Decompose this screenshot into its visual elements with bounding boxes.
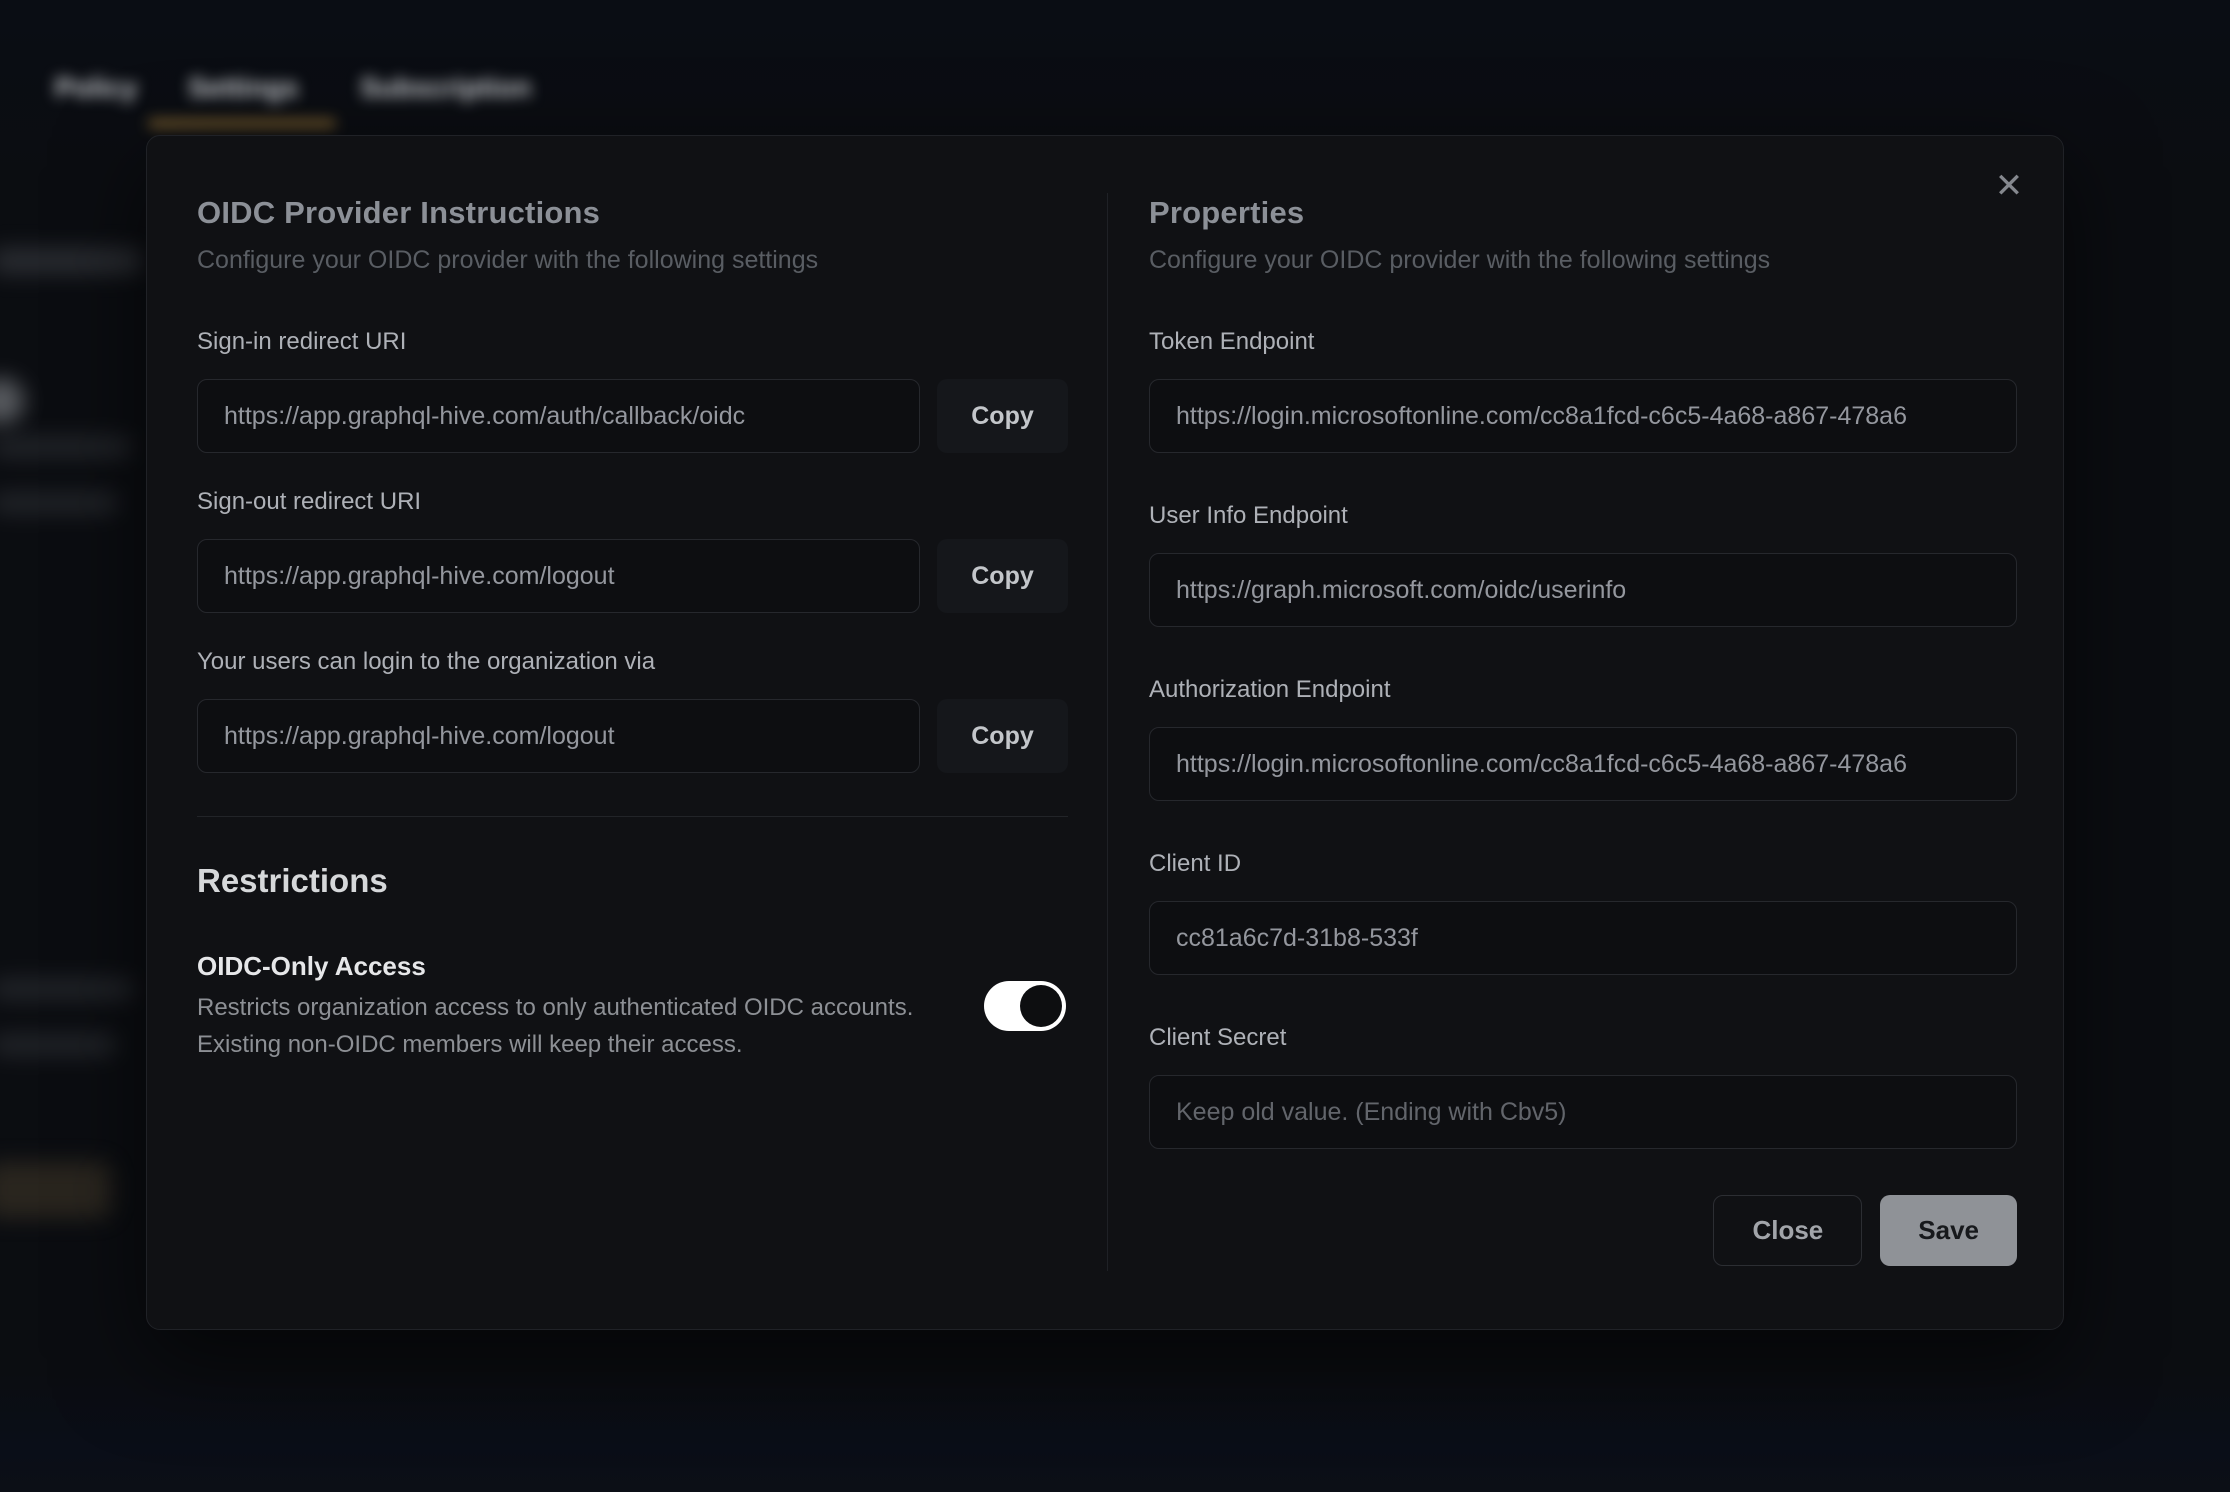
toggle-thumb — [1020, 985, 1062, 1027]
org-login-uri-label: Your users can login to the organization… — [197, 647, 1068, 677]
blurred-background-button — [0, 1162, 112, 1218]
copy-org-login-uri-button[interactable]: Copy — [937, 699, 1068, 773]
save-button[interactable]: Save — [1880, 1195, 2017, 1266]
blurred-background-text — [0, 436, 132, 458]
client-id-input[interactable] — [1149, 901, 2017, 975]
oidc-only-access-text: OIDC-Only Access Restricts organization … — [197, 949, 913, 1063]
copy-signout-uri-button[interactable]: Copy — [937, 539, 1068, 613]
oidc-only-access-toggle[interactable] — [984, 981, 1066, 1031]
blurred-background-text — [0, 978, 134, 1000]
oidc-only-access-row: OIDC-Only Access Restricts organization … — [197, 949, 1068, 1063]
tab-subscription[interactable]: Subscription — [360, 72, 531, 104]
token-endpoint-input[interactable] — [1149, 379, 2017, 453]
client-secret-label: Client Secret — [1149, 1023, 2017, 1053]
close-button[interactable]: Close — [1713, 1195, 1862, 1266]
section-divider — [197, 816, 1068, 817]
instructions-title: OIDC Provider Instructions — [197, 193, 1068, 233]
authorization-endpoint-label: Authorization Endpoint — [1149, 675, 2017, 705]
signin-redirect-uri-label: Sign-in redirect URI — [197, 327, 1068, 357]
active-tab-underline — [148, 119, 336, 128]
blurred-background-text — [0, 248, 142, 274]
signout-redirect-uri-input[interactable] — [197, 539, 920, 613]
signin-redirect-uri-input[interactable] — [197, 379, 920, 453]
properties-title: Properties — [1149, 193, 2017, 233]
userinfo-endpoint-label: User Info Endpoint — [1149, 501, 2017, 531]
column-divider — [1107, 193, 1108, 1271]
blurred-background-text — [0, 492, 118, 514]
properties-column: Properties Configure your OIDC provider … — [1149, 136, 2017, 1329]
description-line-2: Existing non-OIDC members will keep thei… — [197, 1031, 743, 1058]
client-secret-input[interactable] — [1149, 1075, 2017, 1149]
tab-policy[interactable]: Policy — [55, 72, 137, 104]
org-login-uri-input[interactable] — [197, 699, 920, 773]
oidc-only-access-label: OIDC-Only Access — [197, 949, 913, 983]
restrictions-title: Restrictions — [197, 859, 1068, 903]
authorization-endpoint-input[interactable] — [1149, 727, 2017, 801]
oidc-only-access-description: Restricts organization access to only au… — [197, 989, 913, 1063]
tab-settings[interactable]: Settings — [188, 72, 298, 104]
oidc-settings-dialog: ✕ OIDC Provider Instructions Configure y… — [146, 135, 2064, 1330]
signout-redirect-uri-label: Sign-out redirect URI — [197, 487, 1068, 517]
dialog-actions: Close Save — [1149, 1195, 2017, 1266]
description-line-1: Restricts organization access to only au… — [197, 994, 913, 1021]
token-endpoint-label: Token Endpoint — [1149, 327, 2017, 357]
blurred-background-text — [0, 1034, 116, 1056]
client-id-label: Client ID — [1149, 849, 2017, 879]
copy-signin-uri-button[interactable]: Copy — [937, 379, 1068, 453]
instructions-column: OIDC Provider Instructions Configure you… — [197, 136, 1068, 1329]
blurred-background-avatar — [0, 378, 24, 424]
properties-subtitle: Configure your OIDC provider with the fo… — [1149, 243, 2017, 277]
userinfo-endpoint-input[interactable] — [1149, 553, 2017, 627]
instructions-subtitle: Configure your OIDC provider with the fo… — [197, 243, 1068, 277]
